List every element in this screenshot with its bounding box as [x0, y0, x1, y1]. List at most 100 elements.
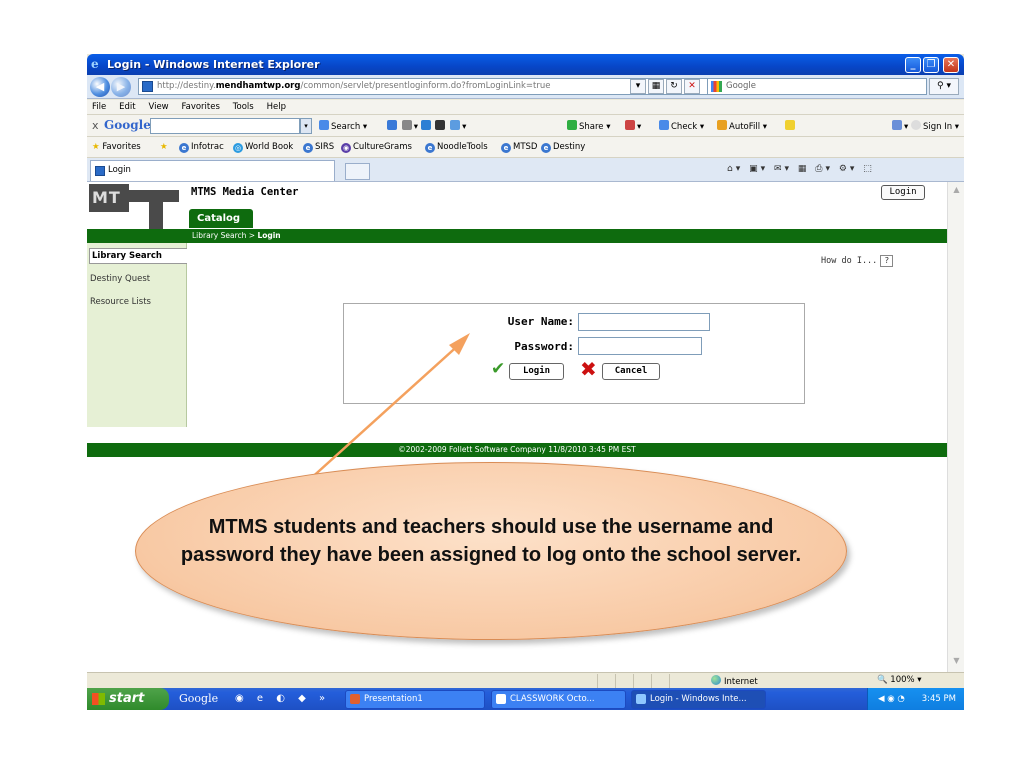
- logo-text: MT: [92, 188, 121, 207]
- login-button[interactable]: Login: [509, 363, 564, 380]
- tab-bar: Login ⌂▾ ▣▾ ✉▾ ▦ ⎙▾ ⚙▾ ⬚: [87, 158, 964, 182]
- tab-catalog[interactable]: Catalog: [189, 209, 253, 228]
- start-label: start: [109, 691, 145, 706]
- fav-link-destiny[interactable]: e Destiny: [541, 142, 585, 153]
- menu-bar: File Edit View Favorites Tools Help: [87, 100, 964, 115]
- google-toolbar-close-icon[interactable]: x: [92, 119, 99, 132]
- fav-link-culturegrams[interactable]: ◉ CultureGrams: [341, 142, 412, 153]
- google-search-button[interactable]: Search ▾: [319, 120, 367, 132]
- windows-flag-icon: [92, 693, 105, 705]
- security-zone[interactable]: Internet: [711, 675, 758, 687]
- search-placeholder: Google: [726, 81, 756, 91]
- help-icon[interactable]: ?: [880, 255, 894, 267]
- google-toolbar-dropdown-icon[interactable]: ▾: [300, 118, 312, 134]
- sidebar-item-resource-lists[interactable]: Resource Lists: [90, 297, 151, 307]
- spellcheck-icon: [659, 120, 669, 130]
- address-dropdown-icon[interactable]: ▾: [630, 79, 646, 94]
- compatibility-icon[interactable]: ▦: [648, 79, 664, 94]
- menu-view[interactable]: View: [143, 100, 173, 112]
- favorites-bar: ★ Favorites ★ e Infotrac ◎ World Book e SIR…: [87, 137, 964, 158]
- menu-help[interactable]: Help: [262, 100, 291, 112]
- scholar-icon: [435, 120, 446, 130]
- task-label: CLASSWORK Octo...: [510, 694, 595, 704]
- ie-page-icon: e: [303, 143, 313, 153]
- fav-link-mtsd[interactable]: e MTSD: [501, 142, 537, 153]
- site-title: MTMS Media Center: [191, 186, 299, 198]
- task-classwork[interactable]: CLASSWORK Octo...: [491, 690, 626, 709]
- start-button[interactable]: start: [87, 688, 169, 710]
- taskbar-google-deskbar[interactable]: Google: [179, 692, 218, 705]
- address-toolbar: ◀ ▶ http://destiny.mendhamtwp.org/common…: [87, 75, 964, 99]
- refresh-button[interactable]: ↻: [666, 79, 682, 94]
- fav-link-label: MTSD: [513, 142, 538, 152]
- sidebar-item-library-search[interactable]: Library Search: [89, 248, 187, 264]
- cancel-x-icon: ✖: [580, 357, 597, 381]
- sidebar-item-destiny-quest[interactable]: Destiny Quest: [90, 274, 150, 284]
- window-title: Login - Windows Internet Explorer: [107, 58, 320, 71]
- fav-link-noodletools[interactable]: e NoodleTools: [425, 142, 488, 153]
- share-button[interactable]: Share ▾: [567, 120, 611, 132]
- scroll-down-icon[interactable]: ▼: [950, 656, 963, 669]
- fav-link-sirs[interactable]: e SIRS: [303, 142, 334, 153]
- quick-launch-icons[interactable]: ◉ e ◐ ◆ »: [235, 693, 330, 704]
- minimize-button[interactable]: _: [905, 57, 921, 73]
- clock[interactable]: 3:45 PM: [922, 688, 956, 710]
- ie-page-icon: e: [501, 143, 511, 153]
- google-search-label: Search: [331, 122, 361, 132]
- sidebar: Library Search Destiny Quest Resource Li…: [87, 243, 187, 427]
- ie-page-icon: e: [541, 143, 551, 153]
- breadcrumb: Library Search > Login: [87, 229, 947, 243]
- autofill-button[interactable]: AutoFill ▾: [717, 120, 767, 132]
- ie-icon: [636, 694, 646, 704]
- header-login-button[interactable]: Login: [881, 185, 925, 200]
- task-ie-login[interactable]: Login - Windows Inte...: [631, 690, 766, 709]
- task-label: Presentation1: [364, 694, 423, 704]
- signin-button[interactable]: ▾ Sign In ▾: [892, 120, 959, 132]
- close-button[interactable]: ✕: [943, 57, 959, 73]
- fav-link-worldbook[interactable]: ◎ World Book: [233, 142, 293, 153]
- breadcrumb-parent[interactable]: Library Search >: [192, 231, 257, 240]
- menu-favorites[interactable]: Favorites: [177, 100, 225, 112]
- password-field[interactable]: [578, 337, 702, 355]
- stop-button[interactable]: ✕: [684, 79, 700, 94]
- tray-icons[interactable]: ◀ ◉ ◔: [878, 688, 905, 710]
- status-bar: Internet 🔍 100% ▾: [87, 672, 964, 688]
- google-search-icon: [319, 120, 329, 130]
- internet-globe-icon: [711, 675, 721, 685]
- ie-page-icon: e: [425, 143, 435, 153]
- menu-file[interactable]: File: [87, 100, 111, 112]
- vertical-scrollbar[interactable]: ▲ ▼: [947, 182, 964, 672]
- scroll-up-icon[interactable]: ▲: [950, 185, 963, 198]
- window-titlebar[interactable]: e Login - Windows Internet Explorer _ ❐ …: [87, 54, 964, 75]
- menu-edit[interactable]: Edit: [114, 100, 140, 112]
- maximize-button[interactable]: ❐: [923, 57, 939, 73]
- highlight-button[interactable]: [785, 120, 797, 132]
- new-tab-button[interactable]: [345, 163, 370, 180]
- username-field[interactable]: [578, 313, 710, 331]
- favorites-button[interactable]: ★ Favorites: [92, 142, 141, 152]
- check-button[interactable]: Check ▾: [659, 120, 704, 132]
- add-favorite-icon[interactable]: ★: [160, 142, 168, 152]
- how-do-i-link[interactable]: How do I...?: [821, 255, 894, 267]
- how-do-i-label: How do I...: [821, 256, 878, 266]
- toolbar-icons-group[interactable]: ▾ ▾: [387, 120, 466, 132]
- fav-link-infotrac[interactable]: e Infotrac: [179, 142, 224, 153]
- forward-button[interactable]: ▶: [111, 77, 131, 97]
- url-path: /common/servlet/presentloginform.do?from…: [300, 81, 551, 91]
- search-input[interactable]: Google: [707, 78, 927, 95]
- zoom-control[interactable]: 🔍 100% ▾: [877, 675, 922, 685]
- powerpoint-icon: [350, 694, 360, 704]
- command-bar-icons[interactable]: ⌂▾ ▣▾ ✉▾ ▦ ⎙▾ ⚙▾ ⬚: [727, 164, 875, 174]
- fav-link-label: World Book: [245, 142, 294, 152]
- back-button[interactable]: ◀: [90, 77, 110, 97]
- search-button[interactable]: ⚲ ▾: [929, 78, 959, 95]
- cancel-button[interactable]: Cancel: [602, 363, 660, 380]
- worldbook-icon: ◎: [233, 143, 243, 153]
- zone-label: Internet: [724, 677, 758, 687]
- translate-button[interactable]: ▾: [625, 120, 641, 132]
- task-presentation1[interactable]: Presentation1: [345, 690, 485, 709]
- menu-tools[interactable]: Tools: [228, 100, 259, 112]
- tab-favicon-icon: [95, 166, 105, 176]
- google-toolbar-input[interactable]: [150, 118, 300, 134]
- tab-login[interactable]: Login: [90, 160, 335, 181]
